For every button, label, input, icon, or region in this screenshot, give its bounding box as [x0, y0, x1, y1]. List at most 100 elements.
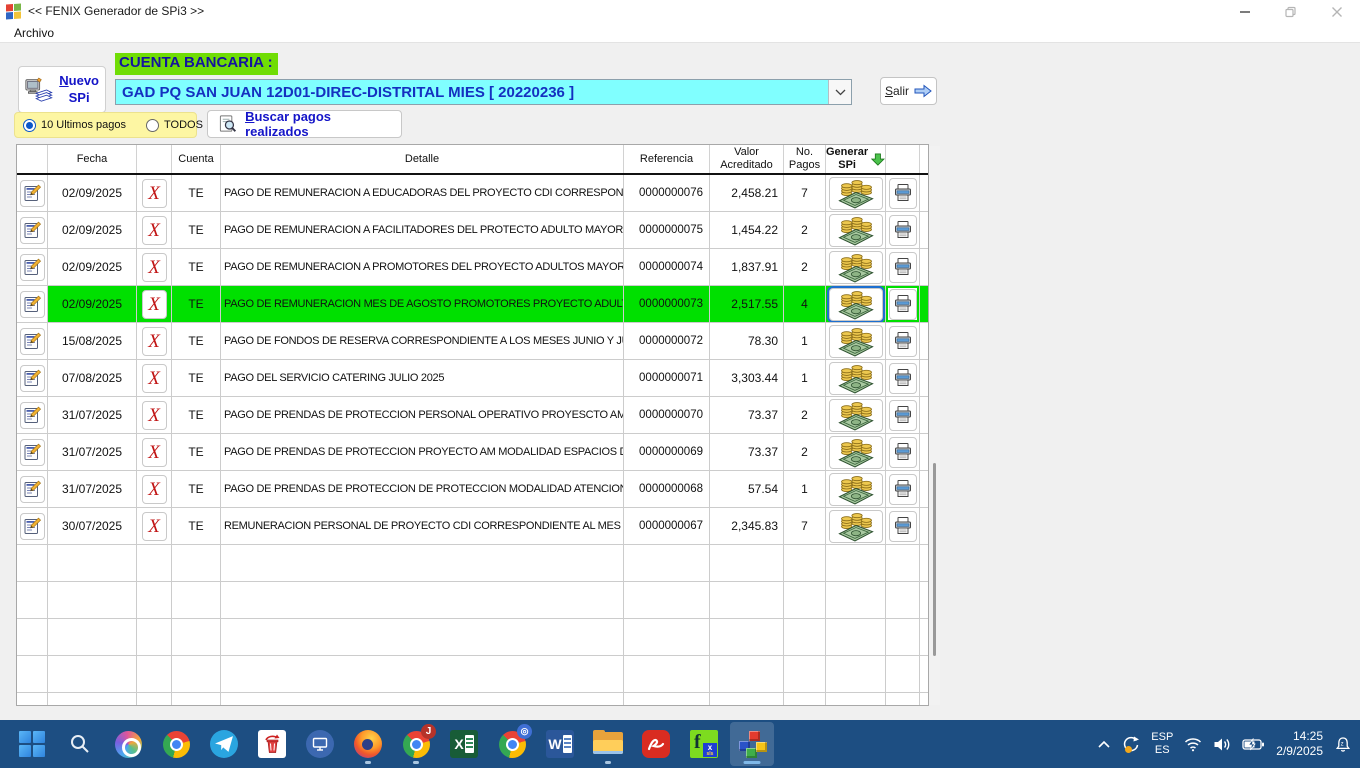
delete-row-button[interactable]: X — [142, 401, 167, 430]
delete-row-button[interactable]: X — [142, 290, 167, 319]
radio-10-ultimos[interactable]: 10 Ultimos pagos — [23, 119, 126, 132]
file-explorer-button[interactable] — [586, 722, 630, 766]
maximize-button[interactable] — [1274, 0, 1308, 23]
edit-row-button[interactable] — [20, 291, 45, 318]
row-cuenta: TE — [172, 360, 221, 397]
generar-spi-button[interactable] — [829, 251, 883, 284]
generar-spi-button[interactable] — [829, 214, 883, 247]
print-row-button[interactable] — [889, 326, 917, 357]
table-row[interactable]: 02/09/2025 X TE PAGO DE REMUNERACION A F… — [17, 212, 928, 249]
close-button[interactable] — [1320, 0, 1354, 23]
edit-row-button[interactable] — [20, 328, 45, 355]
search-button[interactable] — [58, 722, 102, 766]
generar-spi-button[interactable] — [829, 325, 883, 358]
table-row[interactable]: 31/07/2025 X TE PAGO DE PRENDAS DE PROTE… — [17, 397, 928, 434]
volume-icon[interactable] — [1213, 737, 1231, 752]
generar-spi-button[interactable] — [829, 473, 883, 506]
salir-button[interactable]: Salir — [880, 77, 937, 105]
generar-spi-button[interactable] — [829, 436, 883, 469]
print-row-button[interactable] — [889, 437, 917, 468]
battery-icon[interactable] — [1242, 738, 1265, 751]
edit-row-button[interactable] — [20, 180, 45, 207]
table-row[interactable]: 31/07/2025 X TE PAGO DE PRENDAS DE PROTE… — [17, 434, 928, 471]
row-pagos: 1 — [784, 360, 826, 397]
generar-spi-button[interactable] — [829, 362, 883, 395]
header-referencia: Referencia — [624, 145, 710, 173]
row-cuenta: TE — [172, 212, 221, 249]
table-row[interactable]: 15/08/2025 X TE PAGO DE FONDOS DE RESERV… — [17, 323, 928, 360]
edit-row-button[interactable] — [20, 365, 45, 392]
edit-row-button[interactable] — [20, 439, 45, 466]
acrobat-button[interactable] — [634, 722, 678, 766]
print-row-button[interactable] — [889, 215, 917, 246]
print-row-button[interactable] — [889, 511, 917, 542]
firefox-button[interactable] — [346, 722, 390, 766]
print-row-button[interactable] — [889, 474, 917, 505]
menu-archivo[interactable]: Archivo — [10, 25, 58, 41]
table-row[interactable]: 02/09/2025 X TE PAGO DE REMUNERACION A E… — [17, 175, 928, 212]
chevron-down-icon — [835, 89, 846, 96]
edit-row-button[interactable] — [20, 217, 45, 244]
delete-row-button[interactable]: X — [142, 438, 167, 467]
delete-row-button[interactable]: X — [142, 512, 167, 541]
recycle-app-button[interactable] — [250, 722, 294, 766]
delete-row-button[interactable]: X — [142, 253, 167, 282]
edit-row-button[interactable] — [20, 254, 45, 281]
buscar-pagos-button[interactable]: Buscar pagos realizados — [207, 110, 402, 138]
fenix-sls-button[interactable]: fxsls — [682, 722, 726, 766]
delete-row-button[interactable]: X — [142, 475, 167, 504]
row-cuenta: TE — [172, 434, 221, 471]
print-row-button[interactable] — [889, 400, 917, 431]
windows-logo-icon — [19, 731, 45, 757]
print-row-button[interactable] — [889, 178, 917, 209]
combo-dropdown-button[interactable] — [828, 80, 851, 104]
chrome-button[interactable] — [154, 722, 198, 766]
money-stack-icon — [836, 400, 876, 431]
delete-row-button[interactable]: X — [142, 179, 167, 208]
close-icon — [1331, 6, 1343, 18]
remote-desktop-button[interactable] — [298, 722, 342, 766]
delete-row-button[interactable]: X — [142, 327, 167, 356]
print-row-button[interactable] — [889, 363, 917, 394]
clock[interactable]: 14:25 2/9/2025 — [1276, 729, 1323, 759]
edit-row-button[interactable] — [20, 402, 45, 429]
generar-spi-button[interactable] — [829, 399, 883, 432]
telegram-button[interactable] — [202, 722, 246, 766]
wifi-icon[interactable] — [1184, 737, 1202, 752]
word-button[interactable]: W — [538, 722, 582, 766]
start-button[interactable] — [10, 722, 54, 766]
table-row[interactable]: 02/09/2025 X TE PAGO DE REMUNERACION MES… — [17, 286, 928, 323]
edit-row-button[interactable] — [20, 476, 45, 503]
edit-row-button[interactable] — [20, 513, 45, 540]
tray-chevron-up[interactable] — [1097, 739, 1111, 749]
nuevo-spi-button[interactable]: Nuevo SPi — [18, 66, 106, 113]
chrome-profile-j-button[interactable]: J — [394, 722, 438, 766]
scrollbar-thumb[interactable] — [933, 463, 936, 656]
sync-status-icon[interactable] — [1122, 735, 1140, 753]
language-indicator[interactable]: ESPES — [1151, 731, 1173, 756]
generar-spi-button[interactable] — [829, 177, 883, 210]
generar-spi-button[interactable] — [829, 510, 883, 543]
row-valor: 73.37 — [710, 397, 784, 434]
table-row[interactable]: 31/07/2025 X TE PAGO DE PRENDAS DE PROTE… — [17, 471, 928, 508]
print-row-button[interactable] — [889, 289, 917, 320]
chrome-profile-2-button[interactable]: ◎ — [490, 722, 534, 766]
delete-row-button[interactable]: X — [142, 216, 167, 245]
radio-todos[interactable]: TODOS — [146, 119, 203, 132]
row-valor: 2,458.21 — [710, 175, 784, 212]
table-row[interactable]: 30/07/2025 X TE REMUNERACION PERSONAL DE… — [17, 508, 928, 545]
table-row[interactable]: 02/09/2025 X TE PAGO DE REMUNERACION A P… — [17, 249, 928, 286]
cuenta-bancaria-select[interactable]: GAD PQ SAN JUAN 12D01-DIREC-DISTRITAL MI… — [115, 79, 852, 105]
spi-app-button-active[interactable] — [730, 722, 774, 766]
table-row[interactable]: 07/08/2025 X TE PAGO DEL SERVICIO CATERI… — [17, 360, 928, 397]
excel-button[interactable]: X — [442, 722, 486, 766]
table-scrollbar[interactable] — [929, 146, 940, 705]
notification-bell-icon[interactable]: z — [1334, 736, 1352, 753]
row-pagos: 1 — [784, 323, 826, 360]
print-row-button[interactable] — [889, 252, 917, 283]
generar-spi-button[interactable] — [829, 288, 883, 321]
minimize-button[interactable] — [1228, 0, 1262, 23]
row-fecha: 07/08/2025 — [48, 360, 137, 397]
copilot-button[interactable] — [106, 722, 150, 766]
delete-row-button[interactable]: X — [142, 364, 167, 393]
